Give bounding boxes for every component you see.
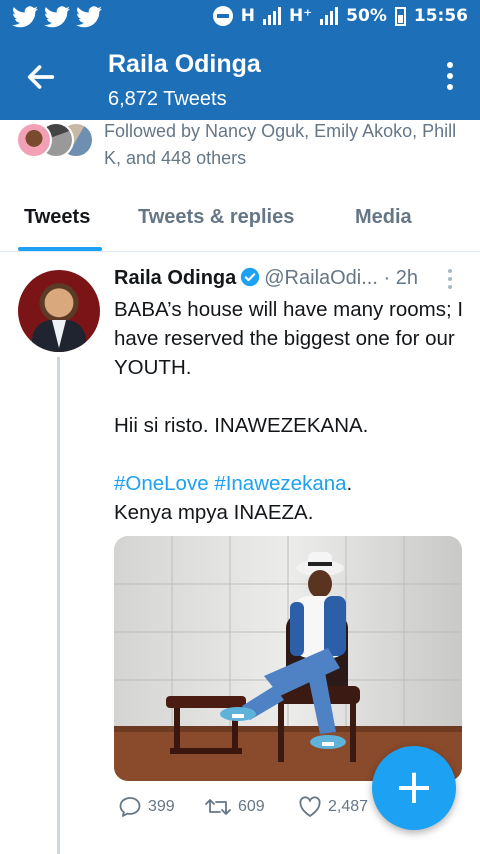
vertical-dots-icon[interactable] [446,62,454,94]
notification-icons [12,6,102,28]
clock: 15:56 [413,6,468,26]
hashtag-punctuation: . [346,472,353,495]
hashtag-onelove[interactable]: #OneLove [114,472,209,495]
tweet-options-icon[interactable] [448,269,454,291]
status-bar: H H⁺ 50% 15:56 [0,0,480,38]
twitter-bird-icon [12,6,38,28]
tweet-time: 2h [395,267,418,289]
tweet-header: Raila Odinga @RailaOdi... · 2h [114,267,464,295]
tweet-line: Hii si risto. INAWEZEKANA. [114,414,369,437]
signal-icon [320,7,339,25]
tweet-separator: · [383,267,391,289]
page-title: Raila Odinga [108,50,261,78]
profile-tabs: Tweets Tweets & replies Media [0,188,480,252]
profile-header: Raila Odinga 6,872 Tweets [0,38,480,120]
retweet-count: 609 [238,798,265,815]
avatar[interactable] [18,270,100,352]
author-handle: @RailaOdi... [264,267,378,289]
thread-line [57,357,60,854]
followed-by-text: Followed by Nancy Oguk, Emily Akoko, Phi… [104,121,457,168]
arrow-left-icon[interactable] [24,60,58,94]
do-not-disturb-icon [212,6,233,26]
like-button[interactable]: 2,487 [298,796,368,818]
tab-media[interactable]: Media [355,206,412,229]
network-type-1: H [240,6,255,26]
active-tab-indicator [18,247,102,251]
tab-tweets[interactable]: Tweets [24,206,90,229]
heart-icon [299,796,321,817]
retweet-button[interactable]: 609 [204,796,265,818]
verified-badge-icon [241,267,260,287]
tweet-line: BABA’s house will have many rooms; I hav… [114,298,464,379]
twitter-bird-icon [76,6,102,28]
reply-button[interactable]: 399 [118,796,175,818]
retweet-icon [205,799,231,815]
compose-tweet-button[interactable]: + [372,746,456,830]
plus-icon: + [393,759,435,815]
network-type-2: H⁺ [288,6,313,26]
avatar [16,122,52,158]
tweet-text: BABA’s house will have many rooms; I hav… [114,295,464,527]
photo-man-in-chair [114,536,462,781]
followed-by-row[interactable]: Followed by Nancy Oguk, Emily Akoko, Phi… [0,120,480,172]
reply-icon [119,797,141,817]
tweet-count: 6,872 Tweets [108,88,227,110]
tweet-photo[interactable] [114,536,462,781]
tweet-line: Kenya mpya INAEZA. [114,501,314,524]
author-name[interactable]: Raila Odinga [114,267,236,289]
hashtag-line: #OneLove #Inawezekana. [114,469,464,498]
reply-count: 399 [148,798,175,815]
tab-tweets-and-replies[interactable]: Tweets & replies [138,206,294,229]
follower-avatars [16,122,96,162]
signal-icon [262,7,281,25]
tweet-actions: 399 609 2,487 [114,796,394,826]
like-count: 2,487 [328,798,369,815]
twitter-bird-icon [44,6,70,28]
battery-icon [394,6,406,26]
system-icons: H H⁺ 50% 15:56 [212,6,468,26]
battery-percent: 50% [346,6,387,26]
hashtag-inawezekana[interactable]: #Inawezekana [214,472,346,495]
